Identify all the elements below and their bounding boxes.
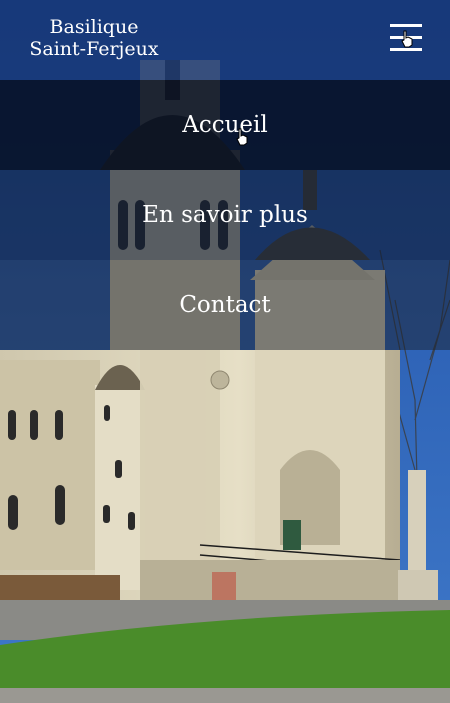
nav-item-en-savoir-plus[interactable]: En savoir plus (0, 170, 450, 260)
hamburger-menu-button[interactable] (386, 22, 426, 54)
hamburger-icon (390, 24, 422, 27)
nav-item-contact[interactable]: Contact (0, 260, 450, 350)
site-title-line1: Basilique (49, 16, 139, 38)
nav-item-label: En savoir plus (142, 202, 308, 228)
hand-cursor-icon (401, 30, 413, 48)
site-header: Basilique Saint-Ferjeux (0, 0, 450, 80)
main-navigation-menu: Accueil En savoir plus Contact (0, 80, 450, 350)
nav-item-label: Accueil (182, 112, 268, 138)
hand-cursor-icon (236, 128, 248, 146)
site-title-line2: Saint-Ferjeux (29, 38, 159, 60)
nav-item-label: Contact (179, 292, 271, 318)
nav-item-accueil[interactable]: Accueil (0, 80, 450, 170)
hamburger-icon-bar (390, 48, 422, 51)
site-title[interactable]: Basilique Saint-Ferjeux (24, 16, 164, 60)
